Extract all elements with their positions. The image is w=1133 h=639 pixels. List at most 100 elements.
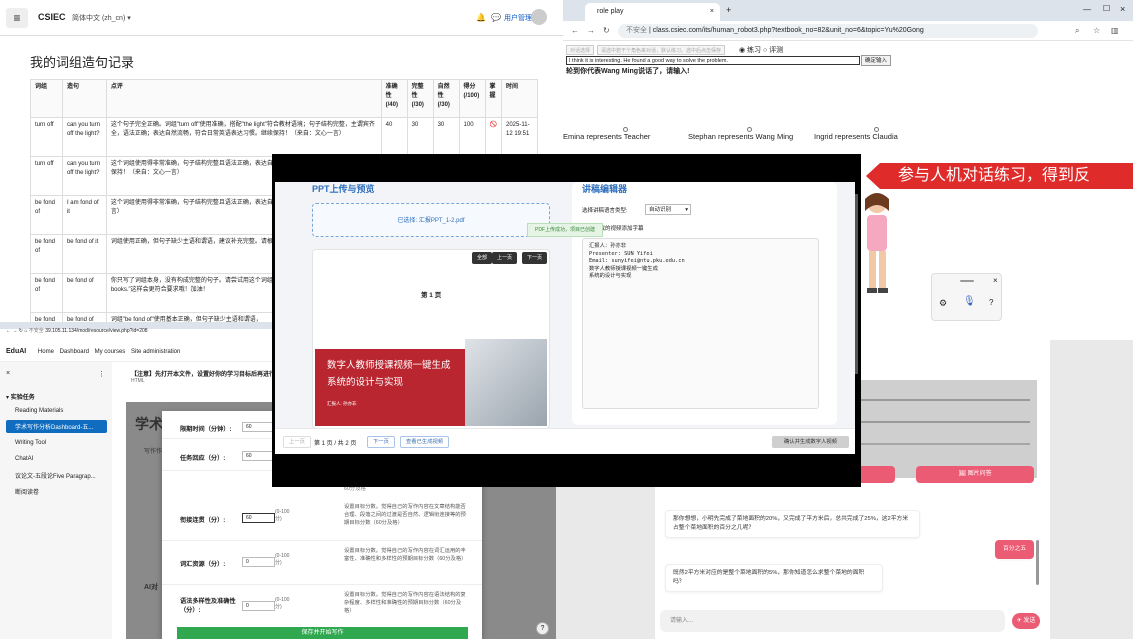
page-info: 第 1 页 / 共 2 页 (314, 441, 357, 447)
table-header: 自然性(/30) (432, 79, 460, 118)
generate-video-button[interactable]: 确认并生成数字人视频 (772, 436, 849, 448)
bell-icon[interactable]: 🔔 (476, 13, 486, 22)
sidebar-item-essay[interactable]: 议论文-五段论Five Paragrap... (15, 471, 96, 480)
minimize-icon[interactable]: — (1083, 5, 1091, 14)
upload-dropzone[interactable]: 已选择: 汇报PPT_1-2.pdf (312, 203, 550, 237)
drag-handle[interactable] (960, 280, 974, 282)
star-icon[interactable]: ☆ (1093, 26, 1100, 35)
close-icon[interactable]: × (6, 370, 10, 377)
grammar-input[interactable]: 0 (242, 601, 275, 611)
field-description: 设置目标分数。觉得自己的写作内容在语法结构的复杂程度、多样性和准确性的预期目标分… (344, 592, 466, 614)
sidebar-item-chatai[interactable]: ChatAI (15, 456, 33, 462)
site-brand[interactable]: CSIEC (38, 12, 66, 22)
language-select[interactable]: 自动识别 ▾ (645, 204, 691, 215)
language-selector[interactable]: 简体中文 (zh_cn) ▾ (72, 13, 131, 23)
microphone-icon[interactable]: 🎙 (963, 296, 976, 307)
field-label: 衔接连贯（分）: (180, 517, 226, 524)
radio-evaluate[interactable]: ○ 评测 (763, 45, 783, 55)
search-icon[interactable]: ⌕ (1075, 26, 1079, 36)
home-icon[interactable]: ⌂ (24, 328, 27, 334)
time-limit-input[interactable]: 60 (242, 422, 275, 432)
ppt-panel-title: PPT上传与预览 (312, 184, 375, 194)
script-textarea[interactable]: 汇报人：孙亦非 Presenter: SUN Yifei Email: suny… (582, 238, 819, 409)
back-icon[interactable]: ← (6, 328, 11, 334)
show-all-button[interactable]: 全部 (472, 252, 493, 264)
user-menu[interactable]: 用户管理 (504, 13, 532, 23)
more-icon[interactable]: ⋮ (98, 370, 105, 378)
preview-prev-button[interactable]: 上一页 (492, 252, 518, 264)
avatar[interactable] (531, 9, 547, 25)
slide-title-line1: 数字人教师授课视频一键生成 (327, 360, 451, 371)
confirm-input-button[interactable]: 确定输入 (861, 55, 892, 66)
back-icon[interactable]: ← (571, 26, 579, 35)
preview-next-button[interactable]: 下一页 (522, 252, 548, 264)
table-cell-phrase: be fond of (30, 273, 63, 313)
url-text: class.csiec.com/its/human_robot3.php?tex… (652, 27, 924, 34)
site-brand[interactable]: EduAI (6, 348, 26, 355)
sidebar-item-writing[interactable]: Writing Tool (15, 440, 46, 446)
help-icon[interactable]: ? (989, 298, 993, 307)
sidebar-section[interactable]: ▾ 实验任务 (6, 392, 35, 401)
scrollbar[interactable] (1036, 540, 1039, 585)
save-start-button[interactable]: 保存并开始写作 (177, 627, 468, 639)
address-bar: ← → ↻ 不安全 | class.csiec.com/its/human_ro… (563, 21, 1133, 41)
table-cell-phrase: turn off (30, 117, 63, 157)
menu-site-admin[interactable]: Site administration (131, 349, 180, 355)
maximize-icon[interactable]: ☐ (1103, 4, 1110, 13)
reload-icon[interactable]: ↻ (19, 328, 23, 334)
sidebar-item-reading[interactable]: Reading Materials (15, 408, 63, 414)
field-label: 任务回应（分）: (180, 455, 226, 462)
footer-next-button[interactable]: 下一页 (367, 436, 395, 448)
reload-icon[interactable]: ↻ (603, 26, 610, 35)
table-header: 造句 (61, 79, 107, 118)
table-cell-sentence: I am fond of it (61, 195, 107, 235)
image-qa-button[interactable]: 🖼 图片问答 (916, 466, 1034, 483)
close-icon[interactable]: × (710, 3, 714, 21)
dialog-select-button[interactable]: 对话选择 (566, 45, 595, 55)
field-range: (0-100分) (275, 509, 290, 522)
table-cell-phrase: be fond of (30, 234, 63, 274)
menu-icon[interactable]: ≡ (6, 8, 28, 28)
close-window-icon[interactable]: × (1120, 4, 1125, 14)
close-icon[interactable]: × (993, 276, 998, 285)
sidebar-item-reading-test[interactable]: 断阅读卷 (15, 487, 39, 496)
slide-title-line2: 系统的设计与实现 (327, 377, 404, 388)
forward-icon[interactable]: → (12, 328, 17, 334)
footer-prev-button[interactable]: 上一页 (283, 436, 311, 448)
dialog-input[interactable]: I think it is interesting. He found a go… (566, 56, 860, 65)
table-cell-master: 🚫 (484, 117, 503, 157)
chat-icon[interactable]: 💬 (491, 13, 501, 22)
table-header: 掌握 (484, 79, 503, 118)
role-select-hint[interactable]: 请选中若干个角色来对话，默认练习。选中后点击保存 (597, 45, 726, 55)
sidebar-icon[interactable]: ▥ (1111, 26, 1119, 35)
help-icon[interactable]: ? (536, 622, 549, 635)
view-video-button[interactable]: 查看已生成视频 (400, 436, 450, 448)
field-vocabulary: 词汇资源（分）: 0 (0-100分) 设置目标分数。觉得自己的写作内容在词汇运… (162, 541, 482, 585)
image-qa-label: 图片问答 (967, 471, 992, 477)
slide-building-image (465, 339, 547, 426)
url-field[interactable]: 不安全 | class.csiec.com/its/human_robot3.p… (618, 24, 1038, 38)
coherence-input[interactable]: 60 (242, 513, 275, 523)
menu-courses[interactable]: My courses (95, 349, 126, 355)
sidebar-item-dashboard[interactable]: 学术写作分析Dashboard-五... (6, 420, 107, 433)
tab-title: role play (597, 8, 624, 15)
task-response-input[interactable]: 60 (242, 451, 275, 461)
vocabulary-input[interactable]: 0 (242, 557, 275, 567)
scrollbar[interactable] (855, 194, 858, 374)
forward-icon[interactable]: → (587, 26, 595, 35)
menu-home[interactable]: Home (38, 349, 54, 355)
settings-icon[interactable]: ⚙ (939, 298, 947, 309)
field-description: 设置目标分数。觉得自己的写作内容在词汇运用的丰富性、准确性和多样性的预期目标分数… (344, 548, 467, 562)
url-text[interactable]: 39.105.11.134/mod/resource/view.php?id=2… (45, 328, 147, 334)
radio-practice[interactable]: ◉ 练习 (739, 45, 761, 55)
security-label: 不安全 (28, 328, 44, 334)
background-title: 学术 (135, 416, 163, 432)
new-tab-icon[interactable]: + (726, 5, 731, 15)
table-header: 时间 (501, 79, 538, 118)
field-label: 词汇资源（分）: (180, 561, 226, 568)
menu-dashboard[interactable]: Dashboard (60, 349, 89, 355)
send-button[interactable]: ✈ 发送 (1012, 613, 1040, 629)
chat-input[interactable]: 请输入... (660, 610, 1005, 632)
slide-thumbnail: 数字人教师授课视频一键生成 系统的设计与实现 汇报人: 孙亦非 (315, 339, 547, 426)
browser-tab[interactable]: role play × (585, 3, 720, 21)
